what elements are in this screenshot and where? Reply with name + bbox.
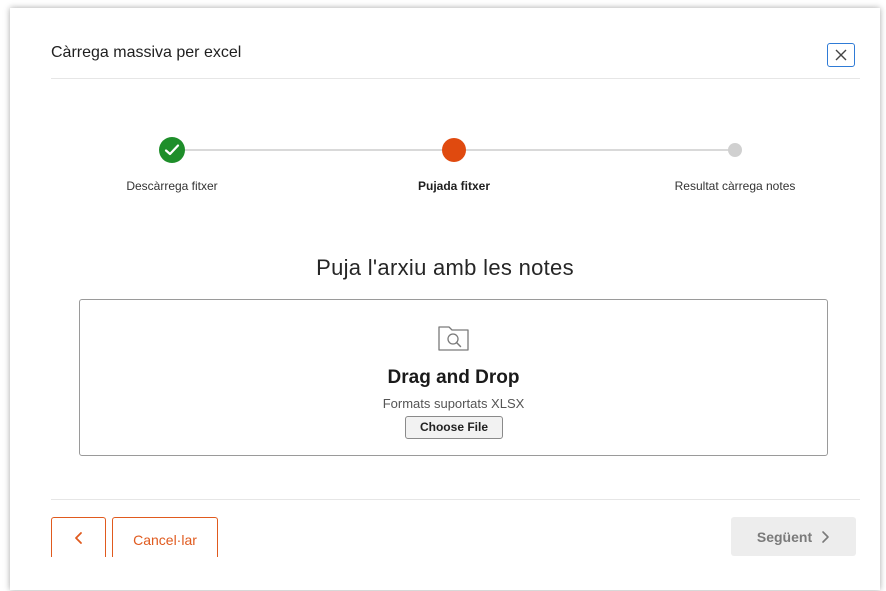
close-button[interactable] xyxy=(827,43,855,67)
file-dropzone[interactable]: Drag and Drop Formats suportats XLSX Cho… xyxy=(79,299,828,456)
dropzone-title: Drag and Drop xyxy=(387,367,520,388)
next-button-label: Següent xyxy=(756,528,813,545)
bulk-upload-modal: Càrrega massiva per excel Descàrrega fit… xyxy=(10,8,880,590)
header-divider xyxy=(51,78,860,79)
back-button[interactable] xyxy=(51,517,106,557)
choose-file-button[interactable]: Choose File xyxy=(405,416,503,439)
checkmark-icon xyxy=(164,144,180,156)
chevron-left-icon xyxy=(74,531,82,544)
next-button[interactable]: Següent xyxy=(731,517,856,556)
chevron-right-icon xyxy=(822,530,829,543)
step-label-pujada: Pujada fitxer xyxy=(417,179,491,193)
close-icon xyxy=(835,49,847,61)
screen: Càrrega massiva per excel Descàrrega fit… xyxy=(0,0,886,591)
cancel-button[interactable]: Cancel·lar xyxy=(112,517,218,557)
step-label-resultat: Resultat càrrega notes xyxy=(674,179,796,193)
step-label-descarrega: Descàrrega fitxer xyxy=(126,179,218,193)
step-active-indicator xyxy=(442,138,466,162)
folder-search-icon xyxy=(438,326,469,351)
footer-divider xyxy=(51,499,860,500)
modal-title: Càrrega massiva per excel xyxy=(51,44,242,61)
step-completed-indicator xyxy=(159,137,185,163)
supported-formats-text: Formats suportats XLSX xyxy=(382,396,525,411)
step-pending-indicator xyxy=(728,143,742,157)
upload-heading: Puja l'arxiu amb les notes xyxy=(316,255,574,280)
